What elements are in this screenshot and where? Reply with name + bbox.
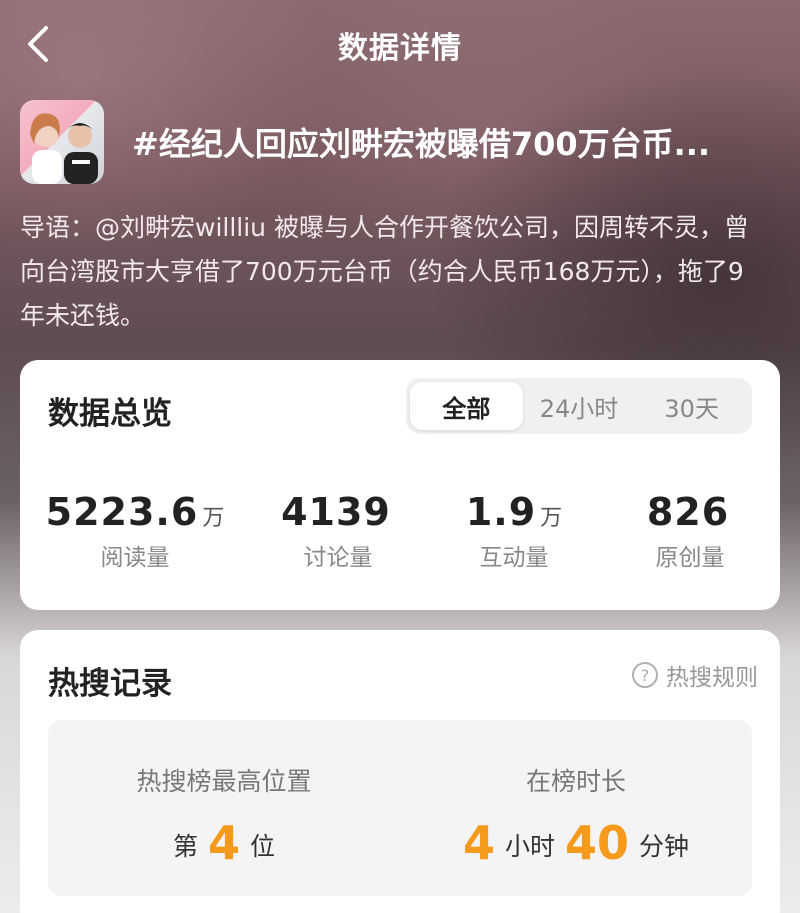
- question-icon: ?: [632, 662, 658, 688]
- page-title: 数据详情: [338, 31, 462, 66]
- stat-value: 826: [646, 490, 730, 534]
- stats-row: 5223.6 万 阅读量 4139 讨论量 1.9 万 互动量 826 原创量: [20, 490, 780, 572]
- peak-prefix: 第: [172, 832, 198, 861]
- stat-discussions: 4139 讨论量: [250, 490, 426, 572]
- tab-30d[interactable]: 30天: [635, 382, 748, 430]
- duration-hours: 4: [462, 816, 495, 870]
- peak-label: 热搜榜最高位置: [136, 767, 312, 796]
- hot-search-summary: 热搜榜最高位置 第4位 在榜时长 4 小时 40 分钟: [48, 720, 752, 896]
- peak-suffix: 位: [250, 832, 276, 861]
- back-button[interactable]: [18, 22, 58, 66]
- stat-label: 原创量: [655, 545, 725, 571]
- duration-minutes: 40: [565, 816, 630, 870]
- stat-unit: 万: [540, 506, 563, 531]
- overview-title: 数据总览: [48, 396, 172, 432]
- time-range-tabs: 全部 24小时 30天: [406, 378, 752, 434]
- chart-duration: 在榜时长 4 小时 40 分钟: [400, 720, 752, 896]
- overview-card: 数据总览 全部 24小时 30天 5223.6 万 阅读量 4139 讨论量 1.…: [20, 360, 780, 610]
- stat-value: 1.9: [465, 490, 537, 534]
- tab-all[interactable]: 全部: [410, 382, 523, 430]
- hot-search-card: 热搜记录 ? 热搜规则 热搜榜最高位置 第4位 在榜时长 4 小时 40 分钟: [20, 630, 780, 913]
- peak-value: 4: [207, 816, 240, 870]
- rules-label: 热搜规则: [666, 665, 758, 691]
- hot-search-title: 热搜记录: [48, 666, 172, 702]
- peak-position: 热搜榜最高位置 第4位: [48, 720, 400, 896]
- tab-24h[interactable]: 24小时: [523, 382, 636, 430]
- hot-search-rules-link[interactable]: ? 热搜规则: [632, 658, 758, 692]
- stat-interactions: 1.9 万 互动量: [426, 490, 602, 572]
- topic-title[interactable]: #经纪人回应刘畊宏被曝借700万台币...: [132, 119, 762, 165]
- duration-label: 在榜时长: [525, 767, 626, 796]
- chevron-left-icon: [28, 26, 48, 62]
- top-bar: 数据详情: [0, 0, 800, 90]
- stat-value: 4139: [281, 490, 391, 534]
- hours-unit: 小时: [504, 832, 555, 861]
- stat-reads: 5223.6 万 阅读量: [20, 490, 250, 572]
- stat-originals: 826 原创量: [602, 490, 778, 572]
- topic-thumbnail: [20, 100, 104, 184]
- stat-label: 讨论量: [303, 545, 373, 571]
- stat-value: 5223.6: [45, 490, 199, 534]
- stat-label: 阅读量: [100, 545, 170, 571]
- topic-intro: 导语：@刘畊宏willliu 被曝与人合作开餐饮公司，因周转不灵，曾向台湾股市大…: [20, 213, 749, 330]
- minutes-unit: 分钟: [639, 832, 690, 861]
- topic-header: #经纪人回应刘畊宏被曝借700万台币...: [20, 100, 780, 184]
- stat-label: 互动量: [479, 545, 549, 571]
- stat-unit: 万: [202, 506, 225, 531]
